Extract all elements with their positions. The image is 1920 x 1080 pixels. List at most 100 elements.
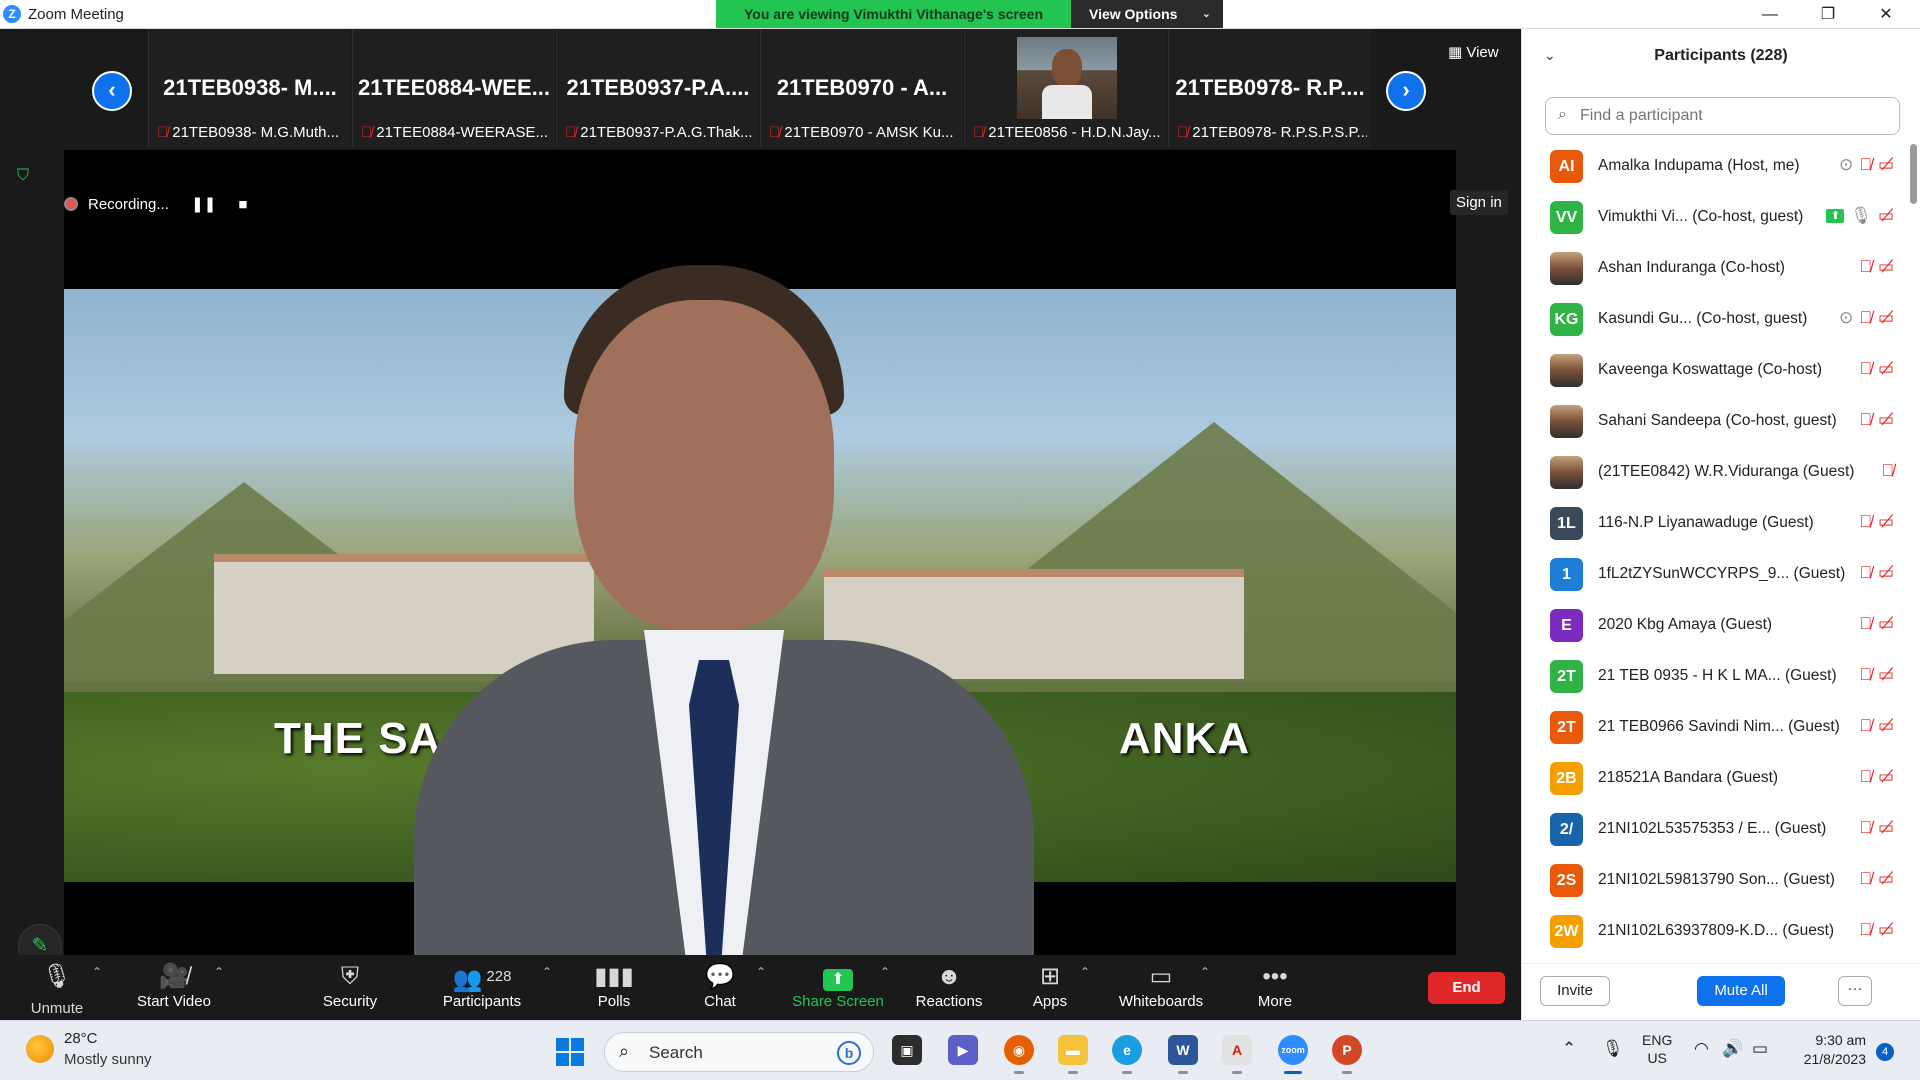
firefox-icon[interactable]: ◉ (1004, 1035, 1034, 1065)
participant-row[interactable]: Sahani Sandeepa (Co-host, guest) 🎙̸ ▭̸ (1522, 396, 1912, 447)
view-layout-button[interactable]: ▦ View (1448, 43, 1499, 61)
chat-options-caret[interactable]: ⌃ (756, 965, 766, 979)
more-dots-icon: ••• (1262, 963, 1288, 990)
reactions-button[interactable]: ☻ Reactions (914, 961, 984, 1017)
participant-row[interactable]: E 2020 Kbg Amaya (Guest) 🎙̸ ▭̸ (1522, 600, 1912, 651)
whiteboards-options-caret[interactable]: ⌃ (1200, 965, 1210, 979)
next-page-button[interactable]: › (1386, 71, 1426, 111)
bar-chart-icon: ▮▮▮ (594, 963, 634, 990)
participants-options-caret[interactable]: ⌃ (542, 965, 552, 979)
acrobat-icon[interactable]: A (1222, 1035, 1252, 1065)
participant-avatar-photo (1550, 456, 1583, 489)
minimize-button[interactable]: — (1742, 0, 1798, 29)
participant-avatar-photo (1550, 354, 1583, 387)
participant-status-icons: 🎙̸ ▭̸ (1853, 359, 1894, 379)
teams-chat-icon[interactable]: ▶ (948, 1035, 978, 1065)
sharing-screen-icon: ⬆ (1826, 209, 1845, 223)
notification-badge[interactable]: 4 (1876, 1043, 1894, 1061)
video-thumbnail[interactable]: 21TEB0937-P.A.... 🎙̸ 21TEB0937-P.A.G.Thak… (556, 29, 759, 147)
zoom-logo-icon: Z (3, 5, 21, 23)
whiteboards-button[interactable]: ▭ Whiteboards (1114, 961, 1208, 1017)
participant-avatar: 1 (1550, 558, 1583, 591)
taskbar-search-box[interactable]: ⌕ Search b (604, 1032, 874, 1072)
pause-recording-icon[interactable]: ❚❚ (191, 192, 216, 218)
video-options-caret[interactable]: ⌃ (214, 965, 224, 979)
participant-row[interactable]: 2/ 21NI102L53575353 / E... (Guest) 🎙̸ ▭̸ (1522, 804, 1912, 855)
restore-button[interactable]: ❐ (1800, 0, 1856, 29)
end-meeting-button[interactable]: End (1428, 972, 1505, 1004)
participants-footer: Invite Mute All ··· (1522, 963, 1920, 1020)
video-thumbnail[interactable]: 21TEB0970 - A... 🎙̸ 21TEB0970 - AMSK Ku..… (760, 29, 963, 147)
zoom-app-icon[interactable]: zoom (1278, 1035, 1308, 1065)
participant-row[interactable]: KG Kasundi Gu... (Co-host, guest) ⊙ 🎙̸ ▭̸ (1522, 294, 1912, 345)
participant-row[interactable]: (21TEE0842) W.R.Viduranga (Guest) 🎙̸ (1522, 447, 1912, 498)
stop-recording-icon[interactable]: ■ (238, 192, 247, 218)
battery-icon[interactable]: ▭ (1752, 1039, 1768, 1059)
video-thumbnail[interactable]: 🎙̸ 21TEE0856 - H.D.N.Jay... (964, 29, 1167, 147)
participant-row[interactable]: 2S 21NI102L59813790 Son... (Guest) 🎙̸ ▭̸ (1522, 855, 1912, 906)
bing-icon[interactable]: b (837, 1041, 861, 1065)
participant-video-photo (1017, 37, 1117, 119)
view-options-button[interactable]: View Options ⌄ (1071, 0, 1223, 28)
start-video-button[interactable]: 🎥̸ Start Video (128, 961, 220, 1017)
video-off-icon: 🎥̸ (159, 963, 189, 990)
participant-avatar: 2B (1550, 762, 1583, 795)
participant-row[interactable]: 2T 21 TEB 0935 - H K L MA... (Guest) 🎙̸ ▭… (1522, 651, 1912, 702)
chat-button[interactable]: 💬 Chat (696, 961, 744, 1017)
participant-status-icons: 🎙̸ ▭̸ (1853, 767, 1894, 787)
previous-page-button[interactable]: ‹ (92, 71, 132, 111)
find-participant-box[interactable]: ⌕ (1545, 97, 1900, 135)
participant-row[interactable]: AI Amalka Indupama (Host, me) ⊙ 🎙̸ ▭̸ (1522, 141, 1912, 192)
participant-row[interactable]: VV Vimukthi Vi... (Co-host, guest) ⬆ 🎙 ▭̸ (1522, 192, 1912, 243)
participant-row[interactable]: 2T 21 TEB0966 Savindi Nim... (Guest) 🎙̸ ▭… (1522, 702, 1912, 753)
task-view-icon[interactable]: ▣ (892, 1035, 922, 1065)
weather-description[interactable]: Mostly sunny (64, 1051, 152, 1068)
participants-button[interactable]: 👥 228 Participants (437, 961, 527, 1017)
participants-panel: ⌄ Participants (228) ⌕ AI Amalka Indupam… (1521, 29, 1920, 1020)
encryption-shield-icon[interactable]: ⛉ (12, 165, 34, 187)
more-button[interactable]: ••• More (1254, 961, 1296, 1017)
weather-temperature[interactable]: 28°C (64, 1030, 98, 1047)
apps-options-caret[interactable]: ⌃ (1080, 965, 1090, 979)
participant-row[interactable]: Kaveenga Koswattage (Co-host) 🎙̸ ▭̸ (1522, 345, 1912, 396)
edge-browser-icon[interactable]: e (1112, 1035, 1142, 1065)
participant-list-scrollbar[interactable] (1910, 144, 1917, 204)
apps-button[interactable]: ⊞ Apps (1030, 961, 1070, 1017)
unmute-button[interactable]: 🎙 Unmute (22, 961, 92, 1017)
close-window-button[interactable]: ✕ (1858, 0, 1914, 29)
participant-status-icons: 🎙̸ ▭̸ (1853, 818, 1894, 838)
wifi-icon[interactable]: ◠ (1694, 1039, 1709, 1059)
participant-row[interactable]: 2B 218521A Bandara (Guest) 🎙̸ ▭̸ (1522, 753, 1912, 804)
participant-row[interactable]: 2W 21NI102L63937809-K.D... (Guest) 🎙̸ ▭̸ (1522, 906, 1912, 951)
video-thumbnail[interactable]: 21TEB0938- M.... 🎙̸ 21TEB0938- M.G.Muth..… (148, 29, 351, 147)
invite-button[interactable]: Invite (1540, 976, 1610, 1006)
sign-in-button[interactable]: Sign in (1450, 190, 1508, 215)
security-button[interactable]: ⛨ Security (310, 961, 390, 1017)
volume-icon[interactable]: 🔊 (1722, 1039, 1743, 1059)
participant-name: Sahani Sandeepa (Co-host, guest) (1598, 412, 1837, 429)
more-options-button[interactable]: ··· (1838, 976, 1872, 1006)
meeting-area: ‹ 21TEB0938- M.... 🎙̸ 21TEB0938- M.G.Muth… (0, 29, 1520, 968)
participant-row[interactable]: 1L 116-N.P Liyanawaduge (Guest) 🎙̸ ▭̸ (1522, 498, 1912, 549)
windows-start-icon[interactable] (556, 1038, 584, 1066)
video-thumbnail[interactable]: 21TEB0978- R.P.... 🎙̸ 21TEB0978- R.P.S.P.… (1168, 29, 1371, 147)
file-explorer-icon[interactable]: ▬ (1058, 1035, 1088, 1065)
weather-sun-icon[interactable] (26, 1035, 54, 1063)
system-clock[interactable]: 9:30 am 21/8/2023 (1790, 1031, 1866, 1069)
show-hidden-icons-chevron[interactable]: ⌃ (1562, 1039, 1576, 1059)
powerpoint-icon[interactable]: P (1332, 1035, 1362, 1065)
thumbnail-name-large: 21TEB0978- R.P.... (1175, 75, 1365, 100)
shared-screen-video: THE SA ANKA (64, 150, 1456, 955)
word-icon[interactable]: W (1168, 1035, 1198, 1065)
polls-button[interactable]: ▮▮▮ Polls (588, 961, 640, 1017)
find-participant-input[interactable] (1580, 104, 1890, 128)
audio-options-caret[interactable]: ⌃ (92, 965, 102, 979)
participant-row[interactable]: Ashan Induranga (Co-host) 🎙̸ ▭̸ (1522, 243, 1912, 294)
input-language-indicator[interactable]: ENG US (1642, 1031, 1672, 1067)
participant-row[interactable]: 1 1fL2tZYSunWCCYRPS_9... (Guest) 🎙̸ ▭̸ (1522, 549, 1912, 600)
microphone-tray-icon[interactable]: 🎙 (1602, 1039, 1624, 1059)
mute-all-button[interactable]: Mute All (1697, 976, 1785, 1006)
share-screen-button[interactable]: ⬆ Share Screen (790, 961, 886, 1017)
share-options-caret[interactable]: ⌃ (880, 965, 890, 979)
video-thumbnail[interactable]: 21TEE0884-WEE... 🎙̸ 21TEE0884-WEERASE... (352, 29, 555, 147)
